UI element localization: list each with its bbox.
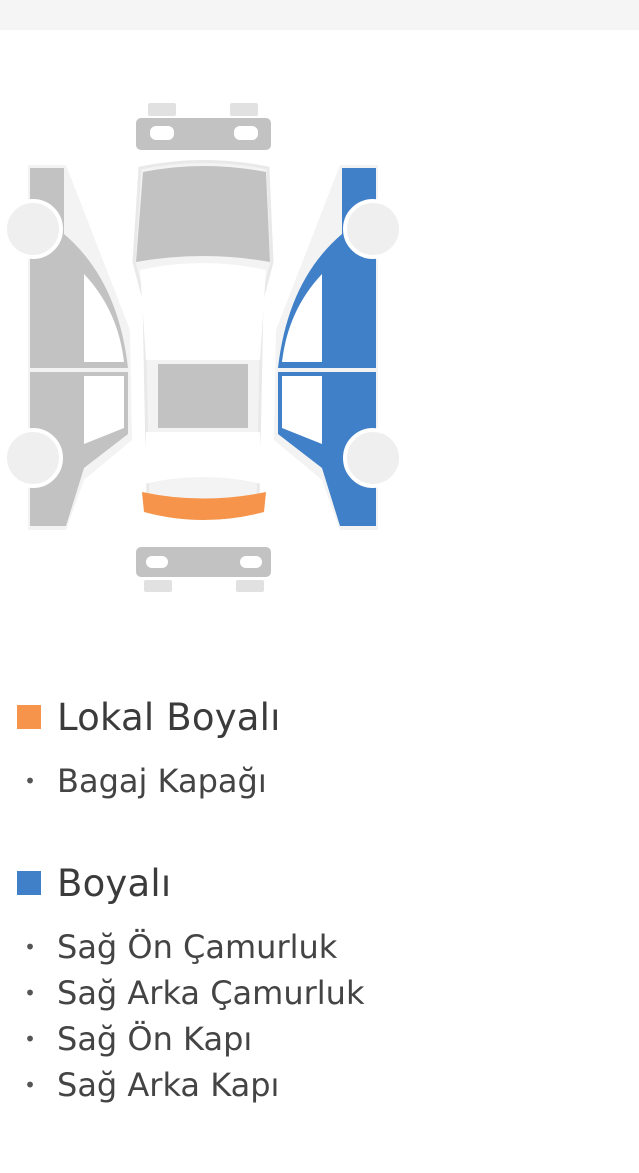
roof (158, 364, 248, 428)
list-item: • Sağ Arka Kapı (17, 1062, 364, 1108)
part-label: Sağ Arka Kapı (57, 1066, 280, 1104)
part-list: • Bagaj Kapağı (17, 758, 281, 804)
list-item: • Sağ Ön Çamurluk (17, 924, 364, 970)
part-list: • Sağ Ön Çamurluk • Sağ Arka Çamurluk • … (17, 924, 364, 1108)
part-label: Sağ Ön Çamurluk (57, 928, 338, 966)
bullet-icon: • (24, 1027, 36, 1051)
right-side (274, 165, 403, 530)
hood (136, 166, 270, 262)
bullet-icon: • (24, 981, 36, 1005)
car-damage-diagram (3, 103, 403, 592)
left-side (3, 165, 132, 530)
part-label: Sağ Arka Çamurluk (57, 974, 365, 1012)
legend-title: Lokal Boyalı (57, 695, 281, 739)
list-item: • Sağ Arka Çamurluk (17, 970, 364, 1016)
bullet-icon: • (24, 769, 36, 793)
top-bar (0, 0, 639, 30)
color-swatch-blue (17, 871, 41, 895)
list-item: • Bagaj Kapağı (17, 758, 281, 804)
list-item: • Sağ Ön Kapı (17, 1016, 364, 1062)
color-swatch-orange (17, 705, 41, 729)
legend-header: Boyalı (17, 858, 364, 908)
legend-painted: Boyalı • Sağ Ön Çamurluk • Sağ Arka Çamu… (17, 858, 364, 1108)
legend-title: Boyalı (57, 861, 172, 905)
bullet-icon: • (24, 935, 36, 959)
legend-local-painted: Lokal Boyalı • Bagaj Kapağı (17, 692, 281, 804)
rear-bumper (136, 547, 271, 592)
front-bumper (136, 103, 271, 150)
part-label: Sağ Ön Kapı (57, 1020, 253, 1058)
part-label: Bagaj Kapağı (57, 762, 267, 800)
bullet-icon: • (24, 1073, 36, 1097)
legend-header: Lokal Boyalı (17, 692, 281, 742)
